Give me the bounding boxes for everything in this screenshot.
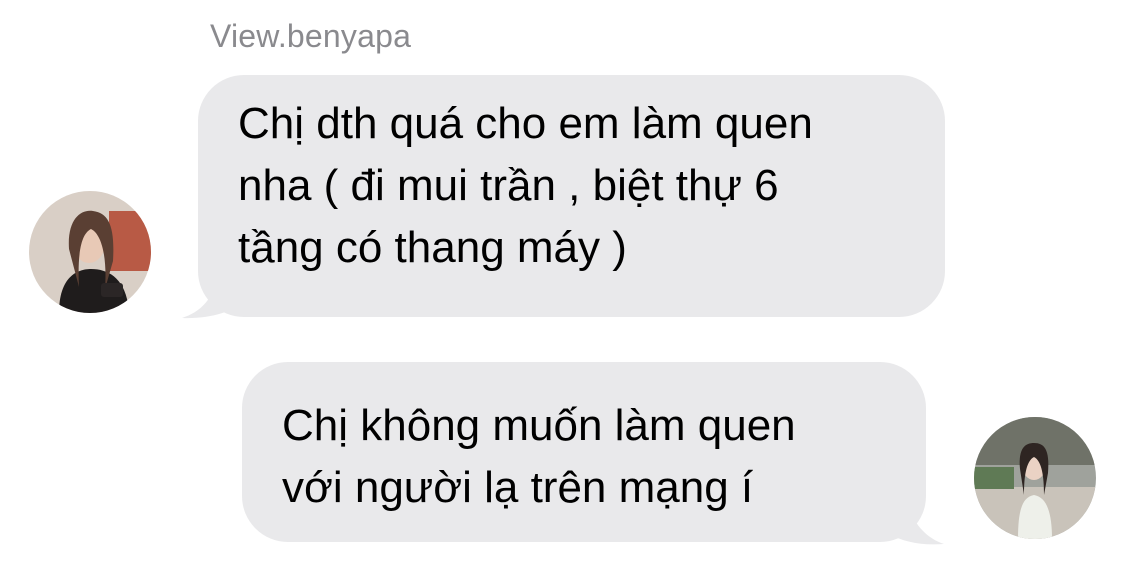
avatar[interactable] [974, 417, 1096, 539]
message-text-outgoing: Chị không muốn làm quen với người lạ trê… [282, 401, 796, 512]
avatar-photo-icon [974, 417, 1096, 539]
message-bubble-outgoing: Chị không muốn làm quen với người lạ trê… [242, 362, 926, 542]
